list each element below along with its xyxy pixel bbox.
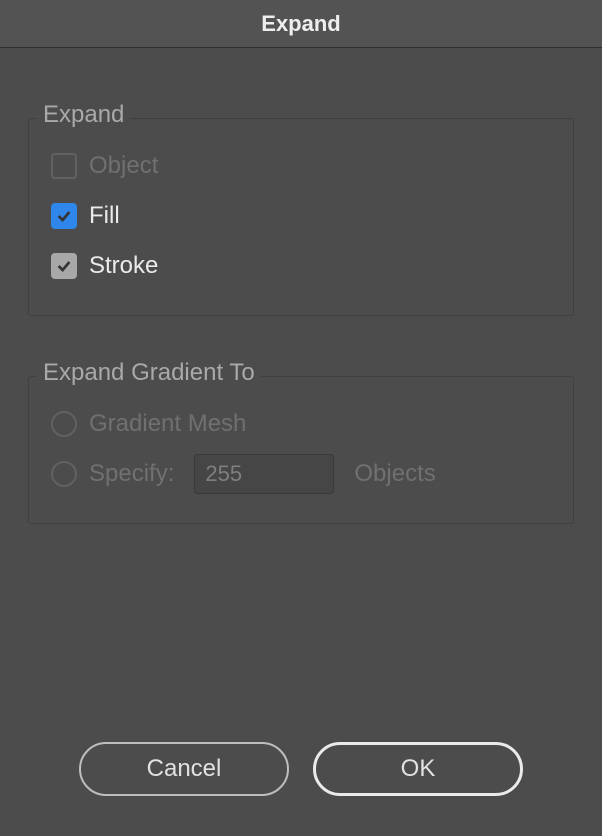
- ok-button[interactable]: OK: [313, 742, 523, 796]
- dialog-title: Expand: [261, 11, 340, 37]
- expand-group: Expand Object Fill Stroke: [28, 118, 574, 316]
- object-row: Object: [51, 141, 551, 191]
- cancel-button-label: Cancel: [147, 755, 222, 783]
- dialog-titlebar: Expand: [0, 0, 602, 48]
- expand-gradient-legend: Expand Gradient To: [37, 359, 261, 387]
- object-checkbox: [51, 153, 77, 179]
- expand-group-legend: Expand: [37, 101, 130, 129]
- object-label: Object: [89, 152, 158, 180]
- gradient-mesh-radio: [51, 411, 77, 437]
- specify-objects-input: [194, 454, 334, 494]
- fill-checkbox[interactable]: [51, 203, 77, 229]
- stroke-row: Stroke: [51, 241, 551, 291]
- dialog-buttons: Cancel OK: [0, 742, 602, 796]
- gradient-mesh-row: Gradient Mesh: [51, 399, 551, 449]
- expand-gradient-group: Expand Gradient To Gradient Mesh Specify…: [28, 376, 574, 524]
- cancel-button[interactable]: Cancel: [79, 742, 289, 796]
- checkmark-icon: [55, 207, 73, 225]
- specify-radio: [51, 461, 77, 487]
- gradient-mesh-label: Gradient Mesh: [89, 410, 246, 438]
- dialog-body: Expand Object Fill Stroke Expand Gradien…: [0, 48, 602, 836]
- ok-button-label: OK: [401, 755, 436, 783]
- fill-row: Fill: [51, 191, 551, 241]
- specify-suffix: Objects: [354, 460, 435, 488]
- expand-dialog: Expand Expand Object Fill Stroke: [0, 0, 602, 836]
- specify-label: Specify:: [89, 460, 174, 488]
- fill-label: Fill: [89, 202, 120, 230]
- stroke-checkbox[interactable]: [51, 253, 77, 279]
- checkmark-icon: [55, 257, 73, 275]
- specify-row: Specify: Objects: [51, 449, 551, 499]
- stroke-label: Stroke: [89, 252, 158, 280]
